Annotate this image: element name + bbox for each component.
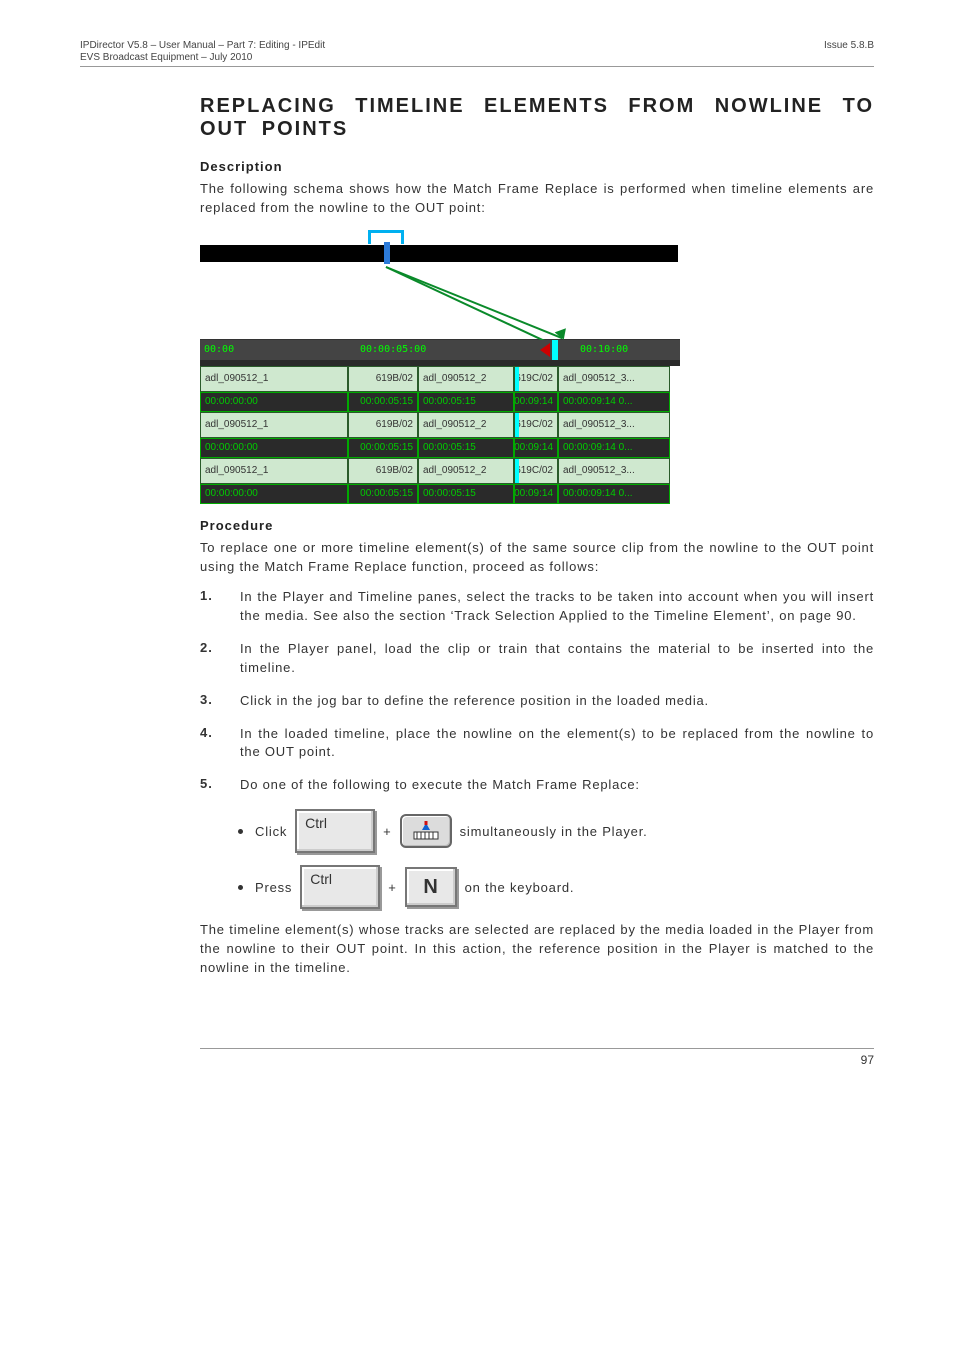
clip-name: adl_090512_3... (558, 412, 670, 438)
step-item: 1. In the Player and Timeline panes, sele… (200, 588, 874, 626)
nowline-icon (515, 413, 519, 437)
timecode: 00:00:09:14 0... (558, 392, 670, 412)
schema-track-tc-row: 00:00:00:0000:00:05:1500:00:05:1500:00:0… (200, 484, 680, 504)
clip-name: adl_090512_2 (418, 366, 514, 392)
timecode: 00:00:05:15 (348, 438, 418, 458)
plus-sign: + (383, 824, 391, 839)
nowline-icon (515, 459, 519, 483)
bullet-press-row: Press Ctrl + N on the keyboard. (238, 865, 874, 909)
timecode: 00:00:09:14 0... (558, 484, 670, 504)
n-key-icon: N (405, 867, 457, 907)
timecode: 00:00:09:14 (514, 484, 558, 504)
timecode: 00:00:05:15 (418, 392, 514, 412)
section-title: REPLACING TIMELINE ELEMENTS FROM NOWLINE… (200, 95, 874, 141)
step-text: In the Player and Timeline panes, select… (240, 588, 874, 626)
timecode: 00:00:09:14 (514, 438, 558, 458)
clip-name: adl_090512_2 (418, 412, 514, 438)
hdr-right: Issue 5.8.B (824, 40, 874, 64)
ruler-tick: 00:00:05:00 (360, 344, 426, 355)
timecode: 00:00:05:15 (348, 392, 418, 412)
step-item: 5. Do one of the following to execute the… (200, 776, 874, 795)
bullet-click-label: Click (255, 824, 287, 839)
step-item: 4. In the loaded timeline, place the nowl… (200, 725, 874, 763)
match-frame-replace-button[interactable] (400, 814, 452, 848)
step-text: In the loaded timeline, place the nowlin… (240, 725, 874, 763)
step-text: Do one of the following to execute the M… (240, 776, 874, 795)
schema-track-tc-row: 00:00:00:0000:00:05:1500:00:05:1500:00:0… (200, 438, 680, 458)
step-number: 5. (200, 776, 218, 795)
schema-ruler: 00:00 00:00:05:00 00:10:00 (200, 340, 680, 360)
bullet-icon (238, 829, 243, 834)
match-arrow-icon (386, 266, 563, 339)
nowline-icon (552, 340, 558, 360)
ruler-tick: 00:10:00 (580, 344, 628, 355)
nowline-marker-icon (384, 242, 390, 264)
procedure-heading: Procedure (200, 518, 874, 533)
bullet-click-row: Click Ctrl + simultaneously in the Playe… (238, 809, 874, 853)
step-number: 4. (200, 725, 218, 763)
schema-figure: 00:00 00:00:05:00 00:10:00 adl_090512_16… (200, 230, 680, 504)
clip-name: adl_090512_3... (558, 458, 670, 484)
clip-code: 619C/02 (514, 412, 558, 438)
schema-track-row: adl_090512_1619B/02adl_090512_2619C/02ad… (200, 412, 680, 438)
clip-name: adl_090512_3... (558, 366, 670, 392)
bullet-click-tail: simultaneously in the Player. (460, 824, 648, 839)
clip-code: 619C/02 (514, 366, 558, 392)
step-number: 3. (200, 692, 218, 711)
timecode: 00:00:05:15 (348, 484, 418, 504)
ctrl-key-icon: Ctrl (295, 809, 375, 853)
bullet-icon (238, 885, 243, 890)
closing-paragraph: The timeline element(s) whose tracks are… (200, 921, 874, 978)
nowline-icon (515, 367, 519, 391)
bullet-press-tail: on the keyboard. (465, 880, 575, 895)
timecode: 00:00:00:00 (200, 484, 348, 504)
player-bar-icon (200, 248, 678, 262)
timecode: 00:00:00:00 (200, 392, 348, 412)
step-item: 2. In the Player panel, load the clip or … (200, 640, 874, 678)
schema-track-tc-row: 00:00:00:0000:00:05:1500:00:05:1500:00:0… (200, 392, 680, 412)
bullet-press-label: Press (255, 880, 292, 895)
step-number: 1. (200, 588, 218, 626)
timecode: 00:00:00:00 (200, 438, 348, 458)
step-text: In the Player panel, load the clip or tr… (240, 640, 874, 678)
description-paragraph: The following schema shows how the Match… (200, 180, 874, 218)
timecode: 00:00:09:14 0... (558, 438, 670, 458)
insert-icon (412, 821, 440, 841)
plus-sign: + (388, 880, 396, 895)
clip-name: adl_090512_1 (200, 458, 348, 484)
clip-code: 619B/02 (348, 458, 418, 484)
clip-name: adl_090512_1 (200, 366, 348, 392)
clip-code: 619B/02 (348, 412, 418, 438)
clip-name: adl_090512_1 (200, 412, 348, 438)
hdr-left-2: EVS Broadcast Equipment – July 2010 (80, 52, 325, 64)
schema-track-row: adl_090512_1619B/02adl_090512_2619C/02ad… (200, 458, 680, 484)
schema-track-row: adl_090512_1619B/02adl_090512_2619C/02ad… (200, 366, 680, 392)
clip-code: 619B/02 (348, 366, 418, 392)
description-heading: Description (200, 159, 874, 174)
timecode: 00:00:09:14 (514, 392, 558, 412)
hdr-left-1: IPDirector V5.8 – User Manual – Part 7: … (80, 40, 325, 52)
step-text: Click in the jog bar to define the refer… (240, 692, 874, 711)
procedure-intro: To replace one or more timeline element(… (200, 539, 874, 577)
ruler-tick: 00:00 (204, 344, 234, 355)
page-number: 97 (200, 1048, 874, 1067)
step-number: 2. (200, 640, 218, 678)
ctrl-key-icon: Ctrl (300, 865, 380, 909)
clip-name: adl_090512_2 (418, 458, 514, 484)
out-point-icon (540, 343, 550, 357)
clip-code: 619C/02 (514, 458, 558, 484)
step-item: 3. Click in the jog bar to define the ref… (200, 692, 874, 711)
timecode: 00:00:05:15 (418, 484, 514, 504)
match-arrow-icon (386, 266, 564, 350)
timecode: 00:00:05:15 (418, 438, 514, 458)
